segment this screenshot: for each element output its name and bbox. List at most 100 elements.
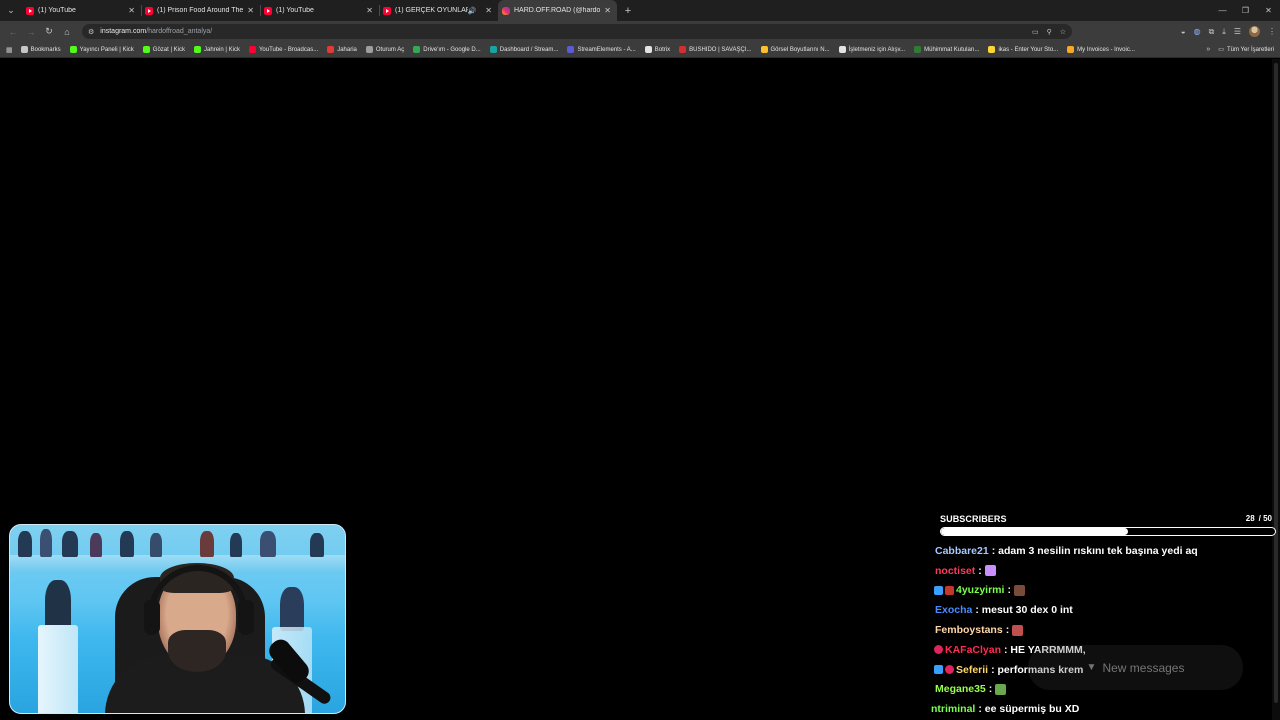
reload-icon[interactable]: ↻ — [40, 26, 58, 37]
close-tab-icon[interactable]: ✕ — [604, 6, 611, 15]
all-bookmarks-button[interactable]: ▭ Tüm Yer İşaretleri — [1218, 46, 1274, 54]
close-tab-icon[interactable]: ✕ — [128, 6, 135, 15]
bookmark-label: Jaharia — [337, 46, 357, 53]
home-icon[interactable]: ⌂ — [58, 27, 76, 37]
chat-message: noctiset: — [930, 561, 1270, 581]
bookmark-item[interactable]: Jahrein | Kick — [194, 46, 240, 53]
apps-grid-icon[interactable]: ▦ — [6, 46, 13, 54]
favicon-icon — [248, 46, 256, 53]
chat-username[interactable]: noctiset — [935, 565, 975, 577]
chat-username[interactable]: Seferii — [956, 664, 988, 676]
bookmark-item[interactable]: BUSHIDO | SAVAŞÇI... — [679, 46, 752, 53]
browser-tab[interactable]: HARD.OFF.ROAD (@hardoffroa✕ — [498, 0, 617, 21]
chat-username[interactable]: Femboystans — [935, 624, 1003, 636]
subscriber-goal: SUBSCRIBERS 28/ 50 — [938, 512, 1278, 540]
bookmark-label: YouTube - Broadcas... — [258, 46, 319, 53]
bookmark-item[interactable]: Bookmarks — [20, 46, 61, 53]
bookmark-star-icon[interactable]: ☆ — [1060, 28, 1066, 36]
new-messages-button[interactable]: ▼ New messages — [1028, 645, 1243, 690]
scrollbar-thumb[interactable] — [1274, 63, 1278, 703]
favicon-icon — [679, 46, 687, 53]
address-path: /hardoffroad_antalya/ — [146, 28, 213, 35]
bookmark-item[interactable]: Jaharia — [327, 46, 357, 53]
bookmark-item[interactable]: Oturum Aç — [365, 46, 404, 53]
bookmark-label: İşletmeniz için Alışv... — [848, 46, 906, 53]
chat-emote-icon — [1013, 584, 1025, 596]
page-scrollbar[interactable] — [1272, 59, 1280, 720]
chat-message: Cabbare21: adam 3 nesilin rıskını tek ba… — [930, 541, 1270, 561]
bookmark-item[interactable]: StreamElements - A... — [567, 46, 636, 53]
bookmark-item[interactable]: Yayıncı Paneli | Kick — [69, 46, 134, 53]
extensions-puzzle-icon[interactable]: ⧉ — [1209, 27, 1215, 37]
bookmark-label: Jahrein | Kick — [204, 46, 240, 53]
figurine-large — [45, 580, 71, 630]
close-tab-icon[interactable]: ✕ — [247, 6, 254, 15]
maximize-icon[interactable]: ❐ — [1234, 6, 1257, 15]
bookmark-item[interactable]: Dashboard / Stream... — [489, 46, 559, 53]
media-icon[interactable]: ◍ — [1194, 27, 1201, 36]
zoom-icon[interactable]: ⚲ — [1047, 28, 1052, 36]
favicon-icon — [327, 46, 335, 53]
bookmark-item[interactable]: Mühimmat Kutuları... — [914, 46, 979, 53]
address-bar[interactable]: ⚙ instagram.com/hardoffroad_antalya/ ▭ ⚲… — [82, 24, 1072, 39]
tab-title: HARD.OFF.ROAD (@hardoffroa — [514, 7, 601, 14]
bookmark-item[interactable]: Gözat | Kick — [142, 46, 185, 53]
figurine — [310, 533, 324, 557]
tab-list: (1) YouTube✕(1) Prison Food Around The W… — [22, 0, 617, 21]
chat-username[interactable]: ntriminal — [931, 703, 975, 715]
new-messages-label: New messages — [1102, 660, 1185, 675]
chat-username[interactable]: Exocha — [935, 604, 972, 616]
browser-tab[interactable]: (1) GERÇEK OYUNLAR İSTİY🔊 ✕ — [379, 0, 498, 21]
favicon-icon — [1067, 46, 1075, 53]
close-tab-icon[interactable]: ✕ — [485, 6, 492, 15]
bookmark-item[interactable]: İşletmeniz için Alışv... — [838, 46, 906, 53]
bookmark-item[interactable]: Görsel Boyutlarını N... — [760, 46, 830, 53]
arrow-down-icon: ▼ — [1086, 662, 1097, 673]
extension-icon[interactable]: ◒ — [1181, 27, 1186, 36]
chat-badge-icon — [934, 645, 943, 655]
figurine — [90, 533, 102, 557]
minimize-icon[interactable]: — — [1211, 6, 1234, 15]
reading-list-icon[interactable]: ☰ — [1234, 27, 1241, 36]
window-controls: — ❐ ✕ — [1211, 0, 1280, 21]
subscriber-goal-label: SUBSCRIBERS — [940, 514, 1007, 524]
browser-tab[interactable]: (1) Prison Food Around The Wo✕ — [141, 0, 260, 21]
chat-username[interactable]: KAFaClyan — [945, 644, 1001, 656]
tab-search-icon[interactable]: ⌄ — [0, 0, 22, 21]
bookmark-item[interactable]: Botrix — [644, 46, 670, 53]
install-app-icon[interactable]: ▭ — [1032, 28, 1039, 36]
subscriber-progress-bar — [940, 527, 1276, 536]
figurine-large — [280, 587, 304, 631]
chat-username[interactable]: Cabbare21 — [935, 545, 989, 557]
chat-text: : ee süpermiş bu XD — [978, 703, 1080, 716]
site-info-icon[interactable]: ⚙ — [88, 28, 94, 36]
download-icon[interactable]: ⤓ — [1222, 27, 1226, 37]
browser-tab[interactable]: (1) YouTube ✕ — [22, 0, 141, 21]
speaker-icon[interactable]: 🔊 — [468, 7, 477, 15]
menu-kebab-icon[interactable]: ⋮ — [1268, 27, 1276, 36]
back-icon[interactable]: ← — [4, 27, 22, 37]
bookmark-item[interactable]: My Invoices - Invoic... — [1067, 46, 1135, 53]
bookmark-item[interactable]: ikas - Enter Your Sto... — [988, 46, 1058, 53]
chat-username[interactable]: 4yuzyirmi — [956, 584, 1004, 596]
chat-badge-icon — [934, 665, 943, 675]
profile-avatar[interactable] — [1249, 26, 1260, 37]
bookmark-item[interactable]: YouTube - Broadcas... — [248, 46, 319, 53]
bookmark-item[interactable]: Drive'ım - Google D... — [413, 46, 481, 53]
folder-icon: ▭ — [1218, 47, 1224, 53]
tab-title: (1) Prison Food Around The Wo — [157, 7, 244, 14]
bookmark-label: Dashboard / Stream... — [499, 46, 559, 53]
more-bookmarks-icon[interactable]: » — [1206, 46, 1210, 53]
browser-tab[interactable]: (1) YouTube ✕ — [260, 0, 379, 21]
close-tab-icon[interactable]: ✕ — [366, 6, 373, 15]
chat-username[interactable]: Megane35 — [935, 683, 986, 695]
bookmark-label: Mühimmat Kutuları... — [924, 46, 980, 53]
bookmarks-bar: ▦ Bookmarks Yayıncı Paneli | Kick Gözat | … — [0, 42, 1280, 58]
chat-emote-icon — [984, 565, 996, 577]
tab-strip: ⌄ (1) YouTube ✕ (1) Prison Food Around The… — [0, 0, 1280, 21]
forward-icon[interactable]: → — [22, 27, 40, 37]
new-tab-button[interactable]: + — [617, 0, 639, 21]
close-window-icon[interactable]: ✕ — [1257, 6, 1280, 15]
figurine — [40, 529, 52, 557]
chat-text: : — [988, 683, 993, 696]
